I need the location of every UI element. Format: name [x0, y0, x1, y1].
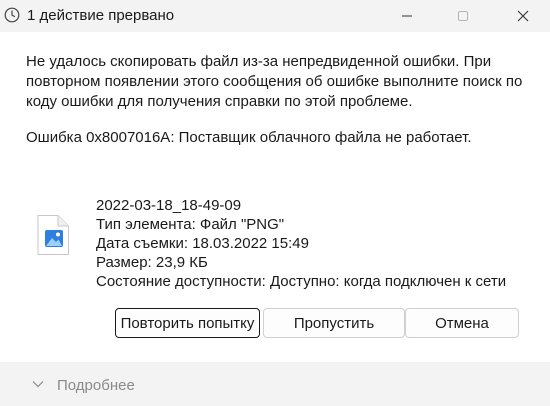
close-icon: [517, 10, 529, 22]
close-button[interactable]: [500, 0, 546, 32]
clock-icon: [4, 7, 20, 23]
maximize-icon: [458, 11, 468, 21]
file-size: Размер: 23,9 КБ: [96, 254, 208, 271]
file-type: Тип элемента: Файл "PNG": [96, 216, 285, 233]
details-footer[interactable]: Подробнее: [0, 362, 550, 406]
cancel-button[interactable]: Отмена: [405, 308, 519, 338]
title-bar[interactable]: 1 действие прервано: [0, 0, 550, 32]
window-title: 1 действие прервано: [27, 7, 175, 24]
chevron-down-icon[interactable]: [32, 380, 44, 388]
file-availability: Состояние доступности: Доступно: когда п…: [96, 273, 507, 290]
minimize-button[interactable]: [384, 0, 430, 32]
minimize-icon: [402, 15, 412, 17]
image-file-icon: [37, 215, 69, 255]
maximize-button[interactable]: [440, 0, 486, 32]
file-date: Дата съемки: 18.03.2022 15:49: [96, 235, 309, 252]
file-details: 2022-03-18_18-49-09 Тип элемента: Файл "…: [96, 196, 506, 291]
retry-button[interactable]: Повторить попытку: [115, 308, 260, 338]
skip-button[interactable]: Пропустить: [263, 308, 405, 338]
error-code: Ошибка 0x8007016A: Поставщик облачного ф…: [26, 129, 472, 146]
error-message: Не удалось скопировать файл из-за непред…: [26, 53, 523, 110]
file-name: 2022-03-18_18-49-09: [96, 197, 242, 214]
details-toggle[interactable]: Подробнее: [57, 377, 135, 394]
